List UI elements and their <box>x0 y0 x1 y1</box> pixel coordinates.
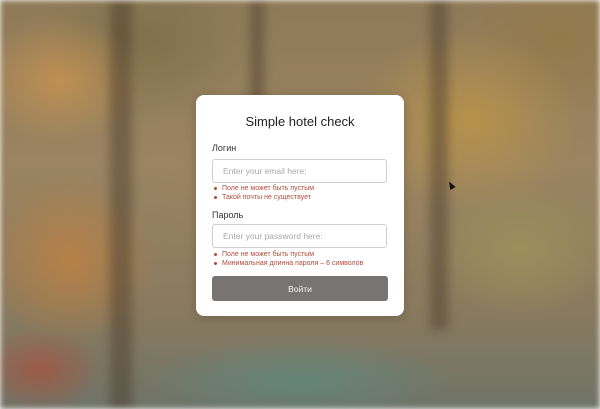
password-error-item: Поле не может быть пустым <box>214 250 363 259</box>
login-card: Simple hotel check Логин Поле не может б… <box>196 95 404 316</box>
password-input[interactable] <box>212 224 387 248</box>
login-error-item: Поле не может быть пустым <box>214 184 314 193</box>
login-error-list: Поле не может быть пустым Такой почты не… <box>212 184 314 202</box>
login-error-item: Такой почты не существует <box>214 193 314 202</box>
login-label: Логин <box>212 143 237 153</box>
password-label: Пароль <box>212 210 244 220</box>
form-title: Simple hotel check <box>245 114 355 129</box>
email-input[interactable] <box>212 159 387 183</box>
password-error-item: Минимальная длинна пароля – 6 символов <box>214 259 363 268</box>
login-submit-button[interactable]: Войти <box>212 276 388 301</box>
password-error-list: Поле не может быть пустым Минимальная дл… <box>212 250 363 268</box>
